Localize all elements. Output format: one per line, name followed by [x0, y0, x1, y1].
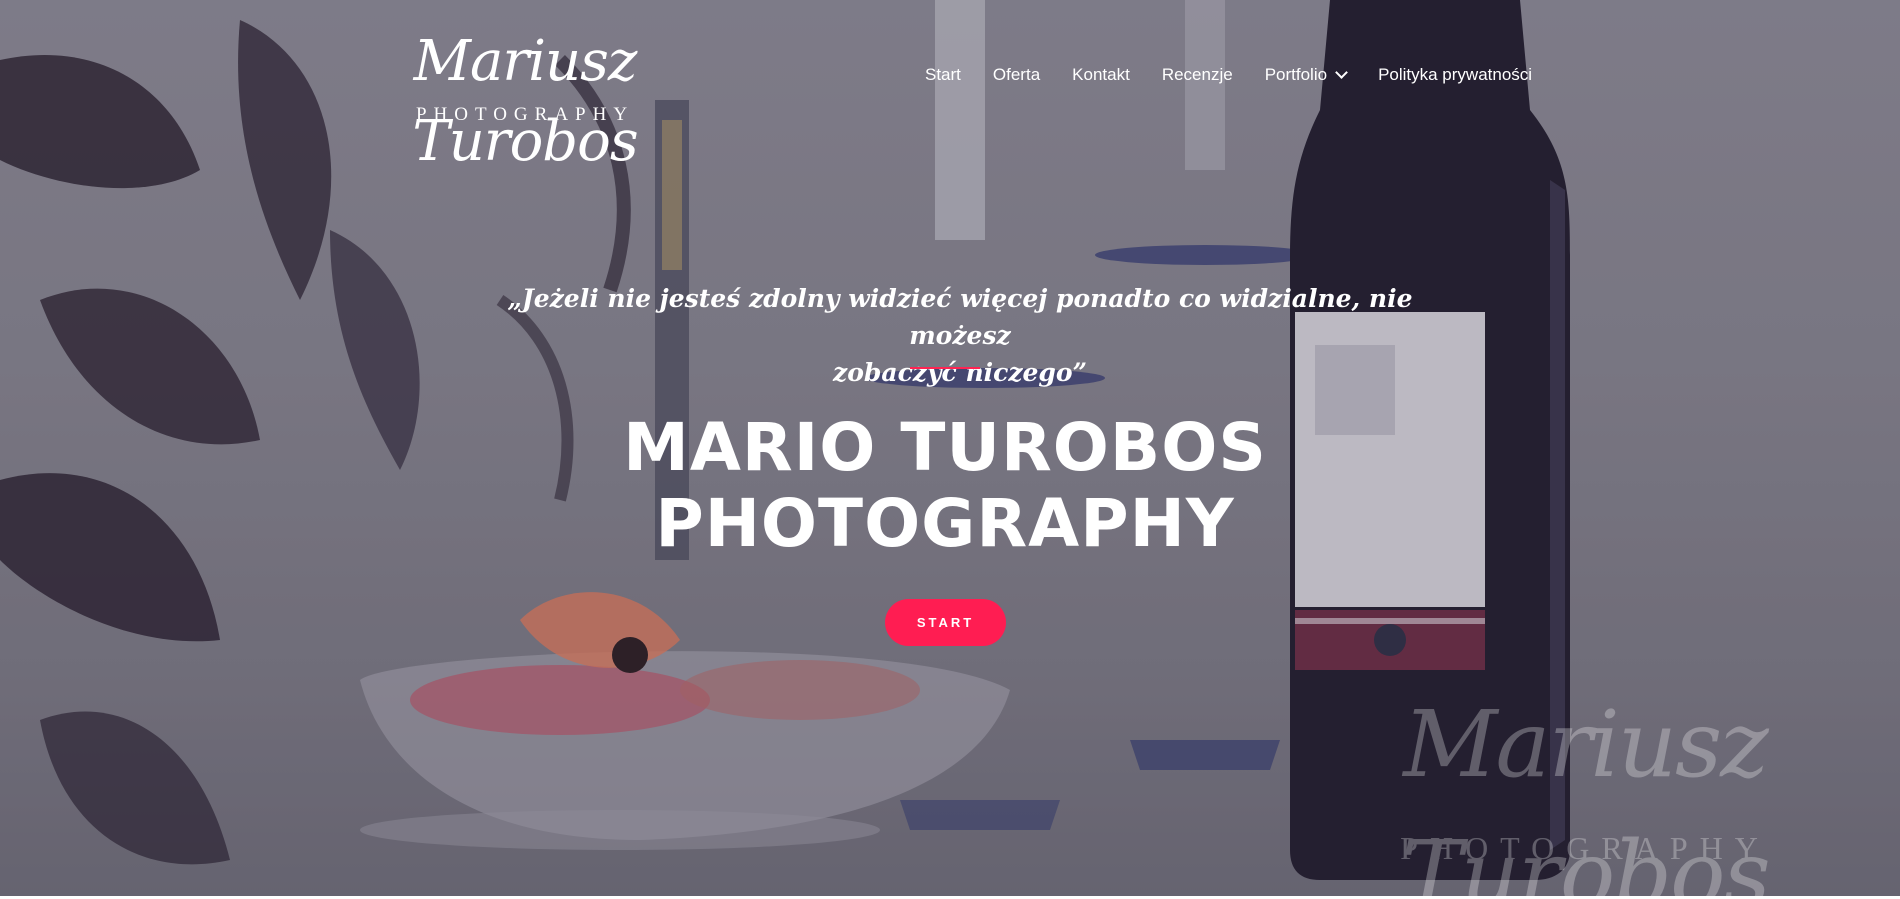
nav-item-portfolio[interactable]: Portfolio: [1264, 65, 1348, 85]
nav-item-kontakt[interactable]: Kontakt: [1072, 65, 1130, 85]
hero-title: MARIO TUROBOS PHOTOGRAPHY: [500, 410, 1390, 562]
nav-item-label: Portfolio: [1264, 65, 1328, 84]
site-logo[interactable]: Mariusz Turobos PHOTOGRAPHY: [360, 22, 690, 174]
nav-item-label: Kontakt: [1072, 65, 1130, 84]
quote-line-1: „Jeżeli nie jesteś zdolny widzieć więcej…: [507, 284, 1413, 350]
nav-item-label: Start: [925, 65, 961, 84]
logo-subtitle: PHOTOGRAPHY: [415, 104, 635, 125]
start-button[interactable]: START: [885, 599, 1006, 646]
watermark-logo: Mariusz Turobos PHOTOGRAPHY: [1290, 680, 1880, 896]
nav-item-oferta[interactable]: Oferta: [993, 65, 1040, 85]
nav-item-label: Recenzje: [1161, 65, 1233, 84]
main-nav: Start Oferta Kontakt Recenzje Portfolio …: [925, 60, 1532, 90]
hero-section: Mariusz Turobos PHOTOGRAPHY Start Oferta…: [0, 0, 1900, 896]
nav-item-label: Polityka prywatności: [1378, 65, 1533, 84]
quote-line-2: zobaczyć niczego”: [833, 358, 1087, 387]
nav-item-label: Oferta: [992, 65, 1041, 84]
chevron-down-icon: [1335, 66, 1348, 79]
accent-divider: [910, 367, 980, 369]
nav-item-polityka-prywatnosci[interactable]: Polityka prywatności: [1378, 65, 1532, 85]
nav-item-start[interactable]: Start: [925, 65, 961, 85]
watermark-subtitle: PHOTOGRAPHY: [1400, 830, 1770, 866]
hero-title-line-1: MARIO TUROBOS: [623, 409, 1267, 486]
nav-item-recenzje[interactable]: Recenzje: [1162, 65, 1233, 85]
hero-quote: „Jeżeli nie jesteś zdolny widzieć więcej…: [460, 280, 1460, 391]
logo-script-text: Mariusz Turobos: [412, 29, 638, 174]
hero-title-line-2: PHOTOGRAPHY: [655, 485, 1235, 562]
